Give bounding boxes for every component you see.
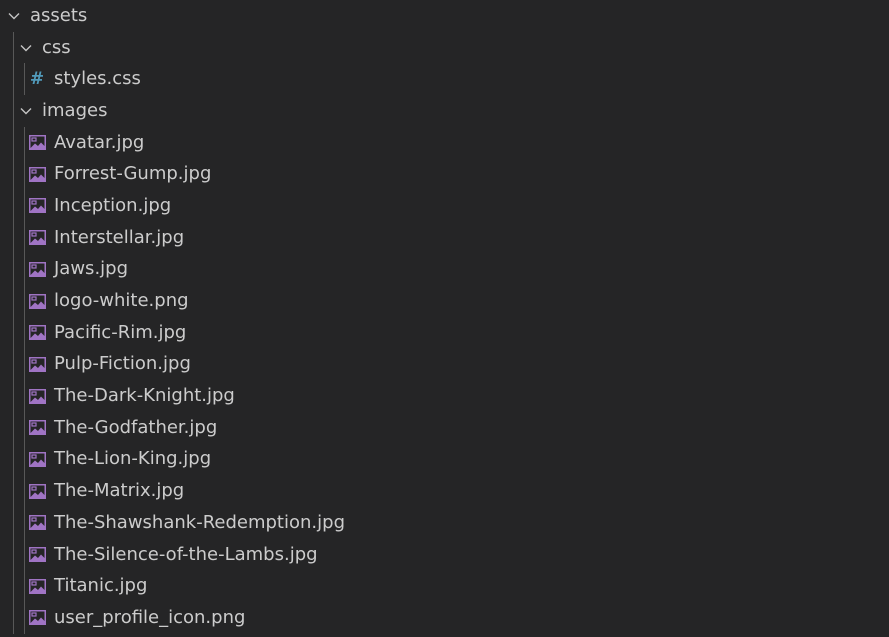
indent-guide [24, 221, 25, 254]
file-image[interactable]: The-Lion-King.jpg [0, 443, 889, 476]
image-icon [28, 197, 46, 215]
file-label: The-Matrix.jpg [54, 480, 185, 502]
indent-guide [13, 411, 14, 444]
folder-assets[interactable]: assets [0, 0, 889, 32]
image-icon [28, 134, 46, 152]
image-icon [28, 324, 46, 342]
folder-images[interactable]: images [0, 95, 889, 127]
file-label: logo-white.png [54, 290, 189, 312]
image-icon [28, 546, 46, 564]
file-explorer-tree: assets css # styles.css images Avatar.jp… [0, 0, 889, 637]
indent-guide [13, 570, 14, 603]
indent-guide [24, 190, 25, 222]
indent-guide [13, 31, 14, 64]
file-image[interactable]: The-Matrix.jpg [0, 475, 889, 507]
file-image[interactable]: user_profile_icon.png [0, 602, 889, 634]
folder-css[interactable]: css [0, 31, 889, 64]
indent-guide [24, 602, 25, 634]
file-image[interactable]: The-Dark-Knight.jpg [0, 380, 889, 412]
file-label: Pulp-Fiction.jpg [54, 353, 191, 375]
image-file-list: Avatar.jpg Forrest-Gump.jpg Inception.jp… [0, 126, 889, 634]
file-image[interactable]: Inception.jpg [0, 190, 889, 222]
image-icon [28, 165, 46, 183]
image-icon [28, 419, 46, 437]
file-label: The-Godfather.jpg [54, 416, 218, 438]
indent-guide [24, 570, 25, 603]
indent-guide [13, 95, 14, 127]
indent-guide [13, 285, 14, 317]
file-image[interactable]: Pulp-Fiction.jpg [0, 348, 889, 381]
image-icon [28, 292, 46, 310]
file-label: Jaws.jpg [54, 258, 129, 280]
chevron-down-icon[interactable] [18, 40, 34, 56]
indent-guide [13, 380, 14, 412]
image-icon [28, 355, 46, 373]
indent-guide [13, 538, 14, 571]
image-icon [28, 387, 46, 405]
image-icon [28, 482, 46, 500]
indent-guide [24, 475, 25, 507]
indent-guide [24, 507, 25, 539]
file-image[interactable]: Titanic.jpg [0, 570, 889, 603]
indent-guide [24, 538, 25, 571]
indent-guide [13, 190, 14, 222]
file-label: The-Dark-Knight.jpg [54, 385, 235, 407]
file-image[interactable]: The-Godfather.jpg [0, 411, 889, 444]
file-label: The-Silence-of-the-Lambs.jpg [54, 543, 318, 565]
indent-guide [24, 285, 25, 317]
indent-guide [24, 126, 25, 159]
file-label: The-Lion-King.jpg [54, 448, 212, 470]
indent-guide [13, 63, 14, 96]
file-label: user_profile_icon.png [54, 606, 246, 628]
indent-guide [13, 126, 14, 159]
indent-guide [24, 253, 25, 286]
hash-icon: # [29, 69, 45, 90]
image-icon [28, 450, 46, 468]
file-label: Avatar.jpg [54, 131, 145, 153]
indent-guide [24, 380, 25, 412]
indent-guide [13, 602, 14, 634]
file-label: styles.css [54, 68, 141, 90]
indent-guide [24, 316, 25, 349]
chevron-down-icon[interactable] [18, 103, 34, 119]
indent-guide [24, 411, 25, 444]
indent-guide [24, 158, 25, 191]
file-label: Interstellar.jpg [54, 226, 185, 248]
file-image[interactable]: Forrest-Gump.jpg [0, 158, 889, 191]
file-label: Titanic.jpg [54, 575, 148, 597]
indent-guide [13, 253, 14, 286]
indent-guide [13, 443, 14, 476]
file-label: Forrest-Gump.jpg [54, 163, 212, 185]
indent-guide [13, 507, 14, 539]
image-icon [28, 577, 46, 595]
file-styles-css[interactable]: # styles.css [0, 63, 889, 96]
file-label: Pacific-Rim.jpg [54, 321, 187, 343]
file-image[interactable]: Interstellar.jpg [0, 221, 889, 254]
chevron-down-icon[interactable] [6, 8, 22, 24]
indent-guide [13, 221, 14, 254]
file-image[interactable]: logo-white.png [0, 285, 889, 317]
indent-guide [24, 348, 25, 381]
image-icon [28, 609, 46, 627]
indent-guide [13, 475, 14, 507]
image-icon [28, 514, 46, 532]
image-icon [28, 260, 46, 278]
file-image[interactable]: Avatar.jpg [0, 126, 889, 159]
file-image[interactable]: The-Shawshank-Redemption.jpg [0, 507, 889, 539]
file-image[interactable]: The-Silence-of-the-Lambs.jpg [0, 538, 889, 571]
image-icon [28, 229, 46, 247]
file-image[interactable]: Pacific-Rim.jpg [0, 316, 889, 349]
folder-label: images [42, 99, 108, 121]
file-label: The-Shawshank-Redemption.jpg [54, 511, 345, 533]
indent-guide [13, 348, 14, 381]
folder-label: assets [30, 4, 88, 26]
indent-guide [13, 316, 14, 349]
indent-guide [24, 443, 25, 476]
file-label: Inception.jpg [54, 194, 172, 216]
indent-guide [13, 158, 14, 191]
indent-guide [24, 63, 25, 96]
folder-label: css [42, 36, 71, 58]
file-image[interactable]: Jaws.jpg [0, 253, 889, 286]
